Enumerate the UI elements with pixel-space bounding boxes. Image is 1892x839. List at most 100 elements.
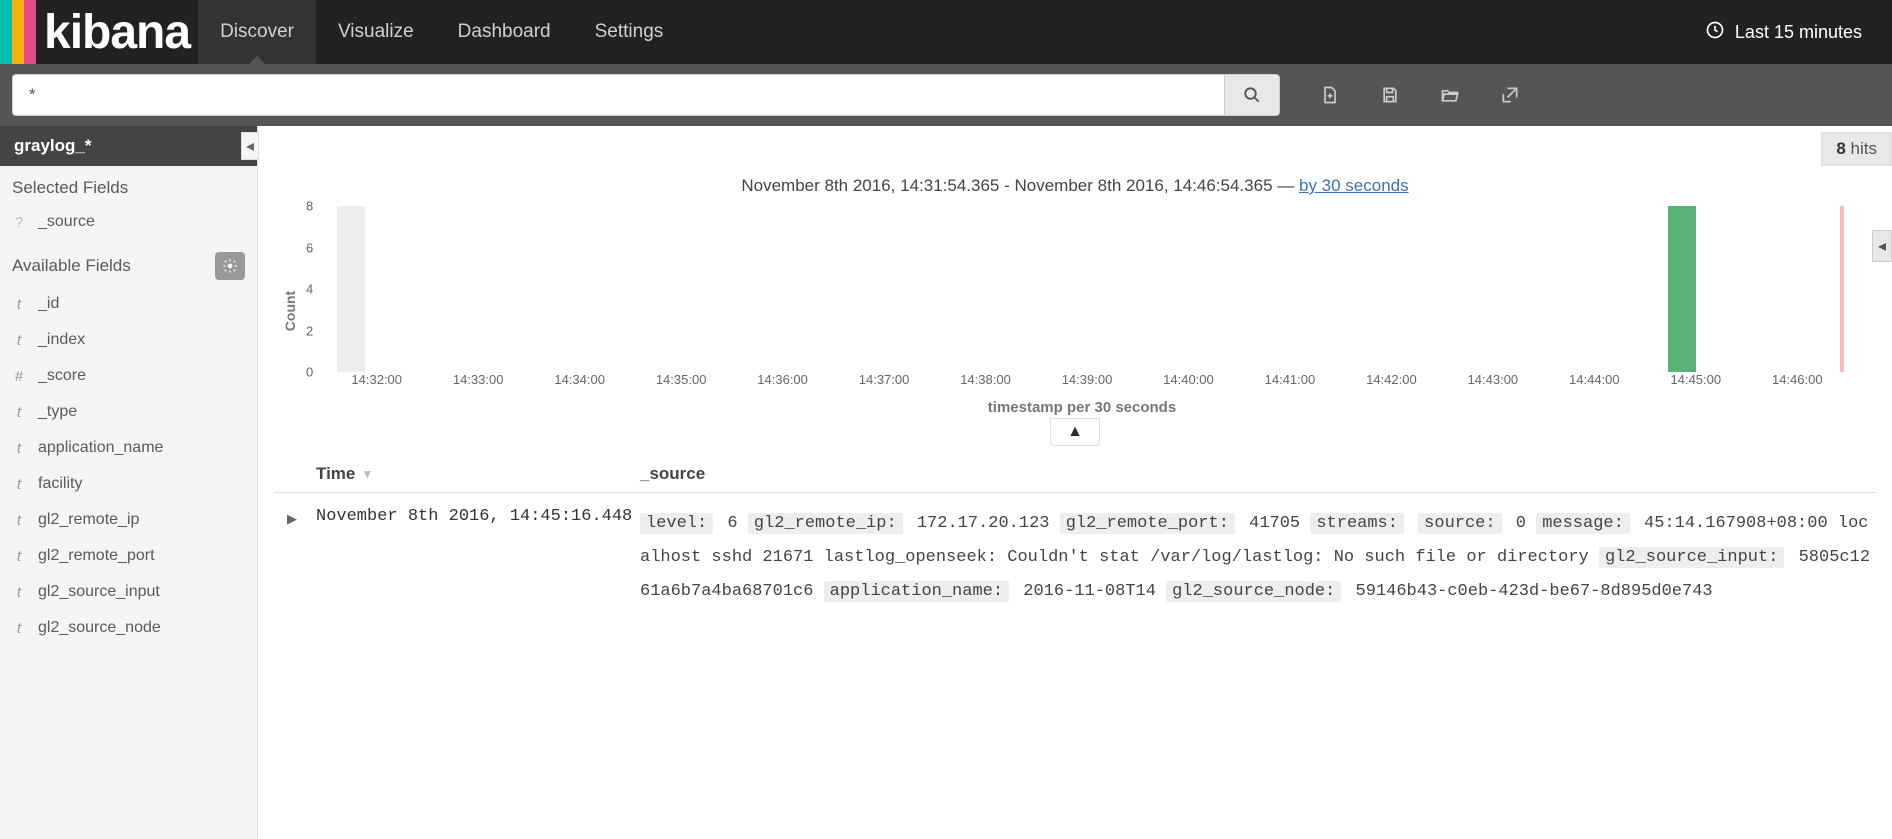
field-item--id[interactable]: t _id: [0, 286, 257, 322]
ytick: 0: [306, 365, 313, 380]
available-fields-list: t_idt_index#_scoret_typetapplication_nam…: [0, 286, 257, 646]
field-type-icon: t: [12, 332, 26, 349]
xtick: 14:34:00: [554, 372, 605, 387]
ytick: 8: [306, 199, 313, 214]
collapse-panel-button[interactable]: ◂: [1872, 230, 1892, 262]
field-type-icon: ?: [12, 214, 26, 231]
histogram-bar[interactable]: [1840, 206, 1844, 372]
top-navbar: kibana Discover Visualize Dashboard Sett…: [0, 0, 1892, 64]
field-item--score[interactable]: #_score: [0, 358, 257, 394]
table-row: ▶November 8th 2016, 14:45:16.448level: 6…: [274, 493, 1876, 609]
field-type-icon: t: [12, 548, 26, 565]
field-type-icon: t: [12, 296, 26, 313]
field-name: _type: [38, 403, 77, 421]
nav-tabs: Discover Visualize Dashboard Settings: [198, 0, 685, 64]
xtick: 14:45:00: [1670, 372, 1721, 387]
tab-discover[interactable]: Discover: [198, 0, 316, 64]
interval-link[interactable]: by 30 seconds: [1299, 176, 1409, 195]
xtick: 14:35:00: [656, 372, 707, 387]
search-input[interactable]: [12, 74, 1224, 116]
field-item-gl2-remote-port[interactable]: t gl2_remote_port: [0, 538, 257, 574]
field-item-gl2-remote-ip[interactable]: t gl2_remote_ip: [0, 502, 257, 538]
xtick: 14:38:00: [960, 372, 1011, 387]
field-name: _id: [38, 295, 59, 313]
chart-plot-area: 02468: [326, 206, 1848, 372]
histogram-chart[interactable]: Count 02468 14:32:0014:33:0014:34:0014:3…: [298, 206, 1866, 416]
collapse-chart-button[interactable]: ▲: [1050, 418, 1100, 446]
search-icon: [1243, 86, 1261, 104]
field-item-source[interactable]: ? _source: [0, 204, 257, 240]
field-name: facility: [38, 475, 82, 493]
time-picker-label: Last 15 minutes: [1735, 22, 1862, 43]
source-key: gl2_source_node:: [1166, 581, 1341, 602]
field-item--type[interactable]: t_type: [0, 394, 257, 430]
folder-open-icon: [1440, 85, 1460, 105]
xtick: 14:46:00: [1772, 372, 1823, 387]
field-type-icon: t: [12, 440, 26, 457]
tab-dashboard[interactable]: Dashboard: [436, 0, 573, 64]
xtick: 14:32:00: [351, 372, 402, 387]
field-settings-button[interactable]: [215, 252, 245, 280]
source-key: gl2_source_input:: [1599, 547, 1784, 568]
new-search-button[interactable]: [1300, 74, 1360, 116]
share-icon: [1500, 85, 1520, 105]
column-time[interactable]: Time ▼: [310, 464, 640, 484]
file-plus-icon: [1320, 85, 1340, 105]
ytick: 4: [306, 282, 313, 297]
tab-settings[interactable]: Settings: [573, 0, 686, 64]
index-pattern-label: graylog_*: [14, 136, 91, 155]
field-item-gl2-source-input[interactable]: tgl2_source_input: [0, 574, 257, 610]
results-table: Time ▼ _source ▶November 8th 2016, 14:45…: [274, 456, 1876, 609]
xtick: 14:43:00: [1468, 372, 1519, 387]
xtick: 14:41:00: [1265, 372, 1316, 387]
field-item-gl2-source-node[interactable]: tgl2_source_node: [0, 610, 257, 646]
source-key: message:: [1536, 513, 1630, 534]
sort-desc-icon: ▼: [361, 467, 373, 481]
available-fields-title: Available Fields: [0, 240, 257, 286]
save-search-button[interactable]: [1360, 74, 1420, 116]
expand-row-button[interactable]: ▶: [274, 507, 310, 609]
search-button[interactable]: [1224, 74, 1280, 116]
search-bar: [0, 64, 1892, 126]
range-from: November 8th 2016, 14:31:54.365: [741, 176, 999, 195]
chart-xaxis: 14:32:0014:33:0014:34:0014:35:0014:36:00…: [326, 372, 1848, 392]
index-pattern-selector[interactable]: graylog_*: [0, 126, 257, 166]
source-key: application_name:: [824, 581, 1009, 602]
xtick: 14:36:00: [757, 372, 808, 387]
field-item-facility[interactable]: tfacility: [0, 466, 257, 502]
field-name: gl2_remote_port: [38, 547, 155, 565]
open-search-button[interactable]: [1420, 74, 1480, 116]
ytick: 2: [306, 323, 313, 338]
histogram-bar[interactable]: [1668, 206, 1696, 372]
field-name: gl2_remote_ip: [38, 511, 139, 529]
source-key: gl2_remote_ip:: [748, 513, 903, 534]
field-name: application_name: [38, 439, 163, 457]
source-key: streams:: [1310, 513, 1404, 534]
column-time-label: Time: [316, 464, 355, 484]
gear-icon: [222, 258, 238, 274]
range-to: November 8th 2016, 14:46:54.365: [1015, 176, 1273, 195]
hits-badge: 8 hits: [1821, 132, 1892, 166]
time-picker[interactable]: Last 15 minutes: [1705, 0, 1892, 64]
hits-count: 8: [1836, 139, 1845, 158]
field-item--index[interactable]: t_index: [0, 322, 257, 358]
cell-source: level: 6 gl2_remote_ip: 172.17.20.123 gl…: [640, 507, 1876, 609]
field-type-icon: t: [12, 620, 26, 637]
tab-visualize[interactable]: Visualize: [316, 0, 436, 64]
hits-label: hits: [1851, 139, 1877, 158]
chart-xlabel: timestamp per 30 seconds: [298, 399, 1866, 416]
selected-fields-list: ? _source: [0, 204, 257, 240]
column-source[interactable]: _source: [640, 464, 1876, 484]
logo-stripes: [0, 0, 36, 64]
source-key: level:: [640, 513, 713, 534]
field-type-icon: t: [12, 512, 26, 529]
selected-fields-title: Selected Fields: [0, 166, 257, 204]
collapse-sidebar-button[interactable]: ◂: [241, 132, 259, 160]
field-item-application-name[interactable]: t application_name: [0, 430, 257, 466]
cell-time: November 8th 2016, 14:45:16.448: [310, 507, 640, 609]
clock-icon: [1705, 20, 1725, 45]
table-header: Time ▼ _source: [274, 456, 1876, 493]
xtick: 14:40:00: [1163, 372, 1214, 387]
histogram-bar[interactable]: [337, 206, 365, 372]
share-button[interactable]: [1480, 74, 1540, 116]
